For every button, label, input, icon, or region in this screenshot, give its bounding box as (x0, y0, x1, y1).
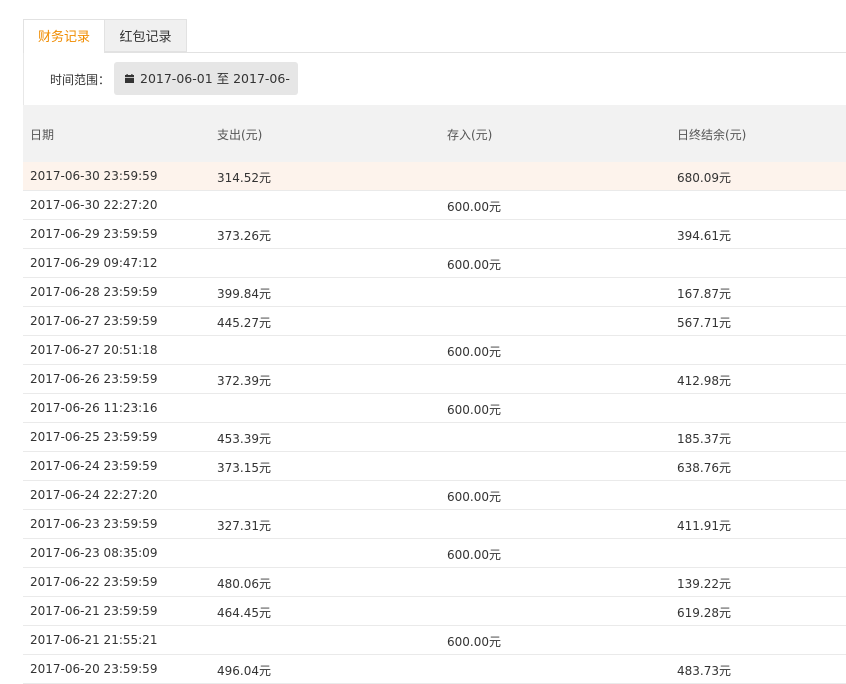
cell-date: 2017-06-23 08:35:09 (30, 546, 158, 560)
cell-date: 2017-06-28 23:59:59 (30, 285, 158, 299)
cell-deposit: 600.00元 (447, 548, 501, 562)
cell-balance: 185.37元 (677, 432, 731, 446)
cell-balance: 411.91元 (677, 519, 731, 533)
cell-deposit: 600.00元 (447, 490, 501, 504)
calendar-icon (125, 74, 134, 83)
table-row: 2017-06-21 23:59:59 464.45元 619.28元 (23, 597, 846, 626)
cell-date: 2017-06-22 23:59:59 (30, 575, 158, 589)
table-row: 2017-06-28 23:59:59 399.84元 167.87元 (23, 278, 846, 307)
header-date: 日期 (30, 128, 55, 142)
table-row: 2017-06-30 22:27:20 600.00元 (23, 191, 846, 220)
cell-expense: 399.84元 (217, 287, 271, 301)
table-row: 2017-06-26 11:23:16 600.00元 (23, 394, 846, 423)
cell-expense: 453.39元 (217, 432, 271, 446)
table-row: 2017-06-21 21:55:21 600.00元 (23, 626, 846, 655)
cell-date: 2017-06-30 22:27:20 (30, 198, 158, 212)
time-range-label: 时间范围： (50, 73, 111, 87)
cell-date: 2017-06-26 11:23:16 (30, 401, 158, 415)
filter-bar: 时间范围： 2017-06-01 至 2017-06-30 (23, 53, 846, 119)
cell-date: 2017-06-26 23:59:59 (30, 372, 158, 386)
cell-deposit: 600.00元 (447, 258, 501, 272)
cell-expense: 373.26元 (217, 229, 271, 243)
table-row: 2017-06-20 23:59:59 496.04元 483.73元 (23, 655, 846, 684)
cell-balance: 394.61元 (677, 229, 731, 243)
cell-date: 2017-06-29 23:59:59 (30, 227, 158, 241)
cell-deposit: 600.00元 (447, 635, 501, 649)
cell-date: 2017-06-27 23:59:59 (30, 314, 158, 328)
cell-date: 2017-06-23 23:59:59 (30, 517, 158, 531)
table-row: 2017-06-24 23:59:59 373.15元 638.76元 (23, 452, 846, 481)
table-body: 2017-06-30 23:59:59 314.52元 680.09元 2017-06… (23, 162, 846, 684)
cell-deposit: 600.00元 (447, 403, 501, 417)
record-tabs: 财务记录 红包记录 (23, 19, 846, 53)
date-range-picker[interactable]: 2017-06-01 至 2017-06-30 (114, 62, 298, 119)
cell-date: 2017-06-30 23:59:59 (30, 169, 158, 183)
cell-date: 2017-06-29 09:47:12 (30, 256, 158, 270)
cell-balance: 567.71元 (677, 316, 731, 330)
cell-date: 2017-06-21 21:55:21 (30, 633, 158, 647)
cell-expense: 445.27元 (217, 316, 271, 330)
cell-date: 2017-06-20 23:59:59 (30, 662, 158, 676)
tab-red-packet-records[interactable]: 红包记录 (105, 19, 187, 52)
cell-date: 2017-06-24 22:27:20 (30, 488, 158, 502)
cell-expense: 464.45元 (217, 606, 271, 620)
table-row: 2017-06-23 08:35:09 600.00元 (23, 539, 846, 568)
header-expense: 支出(元) (217, 128, 263, 142)
cell-date: 2017-06-25 23:59:59 (30, 430, 158, 444)
table-row: 2017-06-25 23:59:59 453.39元 185.37元 (23, 423, 846, 452)
cell-balance: 412.98元 (677, 374, 731, 388)
cell-balance: 167.87元 (677, 287, 731, 301)
table-row: 2017-06-30 23:59:59 314.52元 680.09元 (23, 162, 846, 191)
table-row: 2017-06-22 23:59:59 480.06元 139.22元 (23, 568, 846, 597)
table-row: 2017-06-29 23:59:59 373.26元 394.61元 (23, 220, 846, 249)
header-deposit: 存入(元) (447, 128, 493, 142)
header-balance: 日终结余(元) (677, 128, 747, 142)
cell-date: 2017-06-21 23:59:59 (30, 604, 158, 618)
cell-expense: 372.39元 (217, 374, 271, 388)
table-header: 日期 支出(元) 存入(元) 日终结余(元) (23, 105, 846, 162)
cell-balance: 680.09元 (677, 171, 731, 185)
table-row: 2017-06-26 23:59:59 372.39元 412.98元 (23, 365, 846, 394)
table-row: 2017-06-27 23:59:59 445.27元 567.71元 (23, 307, 846, 336)
cell-balance: 483.73元 (677, 664, 731, 678)
cell-date: 2017-06-27 20:51:18 (30, 343, 158, 357)
cell-date: 2017-06-24 23:59:59 (30, 459, 158, 473)
cell-expense: 496.04元 (217, 664, 271, 678)
cell-deposit: 600.00元 (447, 345, 501, 359)
table-row: 2017-06-23 23:59:59 327.31元 411.91元 (23, 510, 846, 539)
cell-balance: 638.76元 (677, 461, 731, 475)
cell-deposit: 600.00元 (447, 200, 501, 214)
cell-expense: 314.52元 (217, 171, 271, 185)
cell-expense: 373.15元 (217, 461, 271, 475)
finance-table: 日期 支出(元) 存入(元) 日终结余(元) 2017-06-30 23:59:… (23, 105, 846, 684)
cell-balance: 619.28元 (677, 606, 731, 620)
table-row: 2017-06-24 22:27:20 600.00元 (23, 481, 846, 510)
table-row: 2017-06-29 09:47:12 600.00元 (23, 249, 846, 278)
cell-expense: 480.06元 (217, 577, 271, 591)
tab-finance-records[interactable]: 财务记录 (23, 19, 105, 53)
cell-expense: 327.31元 (217, 519, 271, 533)
cell-balance: 139.22元 (677, 577, 731, 591)
table-row: 2017-06-27 20:51:18 600.00元 (23, 336, 846, 365)
